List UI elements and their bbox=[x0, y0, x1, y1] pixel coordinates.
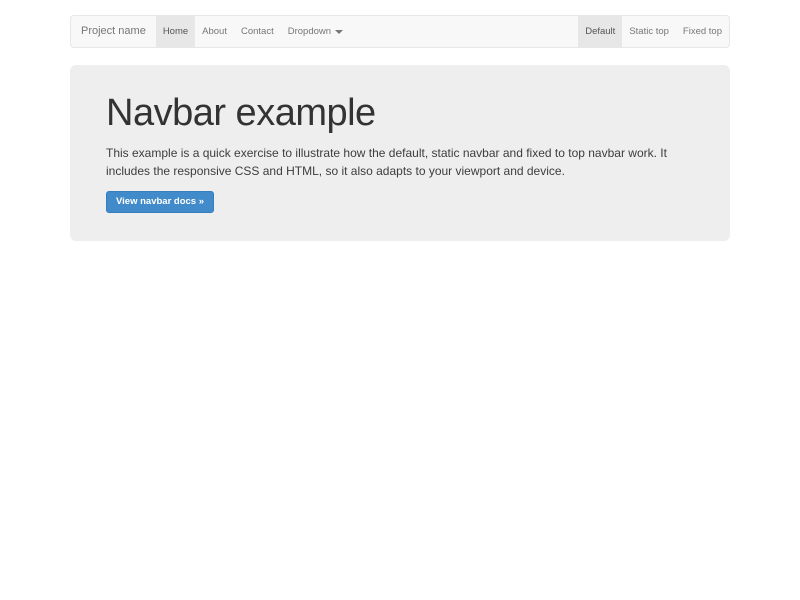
nav-item-static-top[interactable]: Static top bbox=[622, 16, 676, 47]
view-navbar-docs-button[interactable]: View navbar docs » bbox=[106, 191, 214, 213]
nav-item-dropdown-label: Dropdown bbox=[288, 16, 331, 47]
nav-item-contact[interactable]: Contact bbox=[234, 16, 281, 47]
nav-item-fixed-top[interactable]: Fixed top bbox=[676, 16, 729, 47]
navbar-right-nav: Default Static top Fixed top bbox=[578, 16, 729, 47]
nav-item-default[interactable]: Default bbox=[578, 16, 622, 47]
navbar: Project name Home About Contact Dropdown… bbox=[70, 15, 730, 48]
nav-item-about[interactable]: About bbox=[195, 16, 234, 47]
nav-item-dropdown[interactable]: Dropdown bbox=[281, 16, 350, 47]
navbar-spacer bbox=[350, 16, 578, 47]
navbar-left-nav: Home About Contact Dropdown bbox=[156, 16, 350, 47]
jumbotron: Navbar example This example is a quick e… bbox=[70, 65, 730, 241]
navbar-brand[interactable]: Project name bbox=[71, 16, 156, 47]
page-title: Navbar example bbox=[106, 91, 694, 135]
jumbotron-description: This example is a quick exercise to illu… bbox=[106, 145, 694, 180]
page-container: Project name Home About Contact Dropdown… bbox=[70, 0, 730, 241]
nav-item-home[interactable]: Home bbox=[156, 16, 195, 47]
caret-down-icon bbox=[335, 30, 343, 34]
